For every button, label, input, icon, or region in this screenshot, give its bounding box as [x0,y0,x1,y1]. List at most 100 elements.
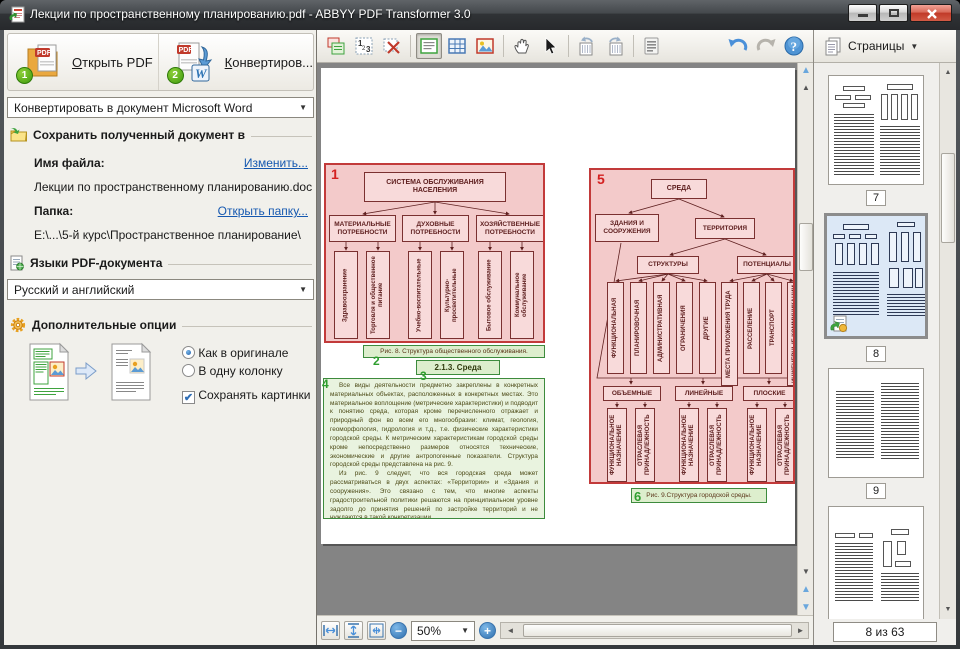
horizontal-scroll-thumb[interactable] [523,624,792,637]
thumbnails-scroll-thumb[interactable] [941,153,955,243]
convert-button[interactable]: PDF W 2 Конвертиров... [158,34,313,90]
fit-width-button[interactable] [321,621,340,640]
figure-8-area[interactable]: 1 [324,163,545,343]
open-pdf-button[interactable]: PDF 1 Открыть PDF [8,34,158,90]
chart-node: ЗДАНИЯ И СООРУЖЕНИЯ [595,214,659,242]
open-folder-link[interactable]: Открыть папку... [218,204,308,218]
rotate-right-icon [604,35,626,57]
thumbnail-page-9[interactable] [828,368,924,478]
thumb-sketch [881,573,919,601]
chevron-down-icon: ▼ [910,42,918,51]
table-area-button[interactable] [444,33,470,59]
figure-8-caption[interactable]: Рис. 8. Структура общественного обслужив… [363,345,545,358]
maximize-icon [889,9,899,17]
next-page-icon[interactable]: ▼ [799,600,813,615]
text-area-button[interactable] [416,33,442,59]
hand-tool-button[interactable] [509,33,535,59]
zoom-level-select[interactable]: 50% ▼ [411,621,475,641]
title-bar[interactable]: Лекции по пространственному планированию… [0,0,960,30]
scroll-up-icon[interactable]: ▲ [941,65,955,80]
checkbox-keep-pictures[interactable]: ✔ [182,391,195,404]
redo-button[interactable] [753,33,779,59]
change-filename-link[interactable]: Изменить... [244,156,308,170]
pages-panel-header[interactable]: Страницы ▼ [814,30,956,63]
vertical-scroll-thumb[interactable] [799,223,813,271]
zoom-in-button[interactable]: + [479,622,496,639]
select-tool-icon [540,36,560,56]
chart-node: Коммунальное обслуживание [510,251,534,339]
select-tool-button[interactable] [537,33,563,59]
checkbox-keep-pictures-label: Сохранять картинки [198,388,310,402]
keep-pictures-option[interactable]: ✔ Сохранять картинки [182,388,310,404]
scroll-left-icon[interactable]: ◄ [503,623,518,638]
text-view-icon [642,36,662,56]
picture-area-button[interactable] [472,33,498,59]
language-value: Русский и английский [14,283,134,297]
chart-node: Бытовое обслуживание [478,251,502,339]
body-text-area[interactable]: Все виды деятельности предметно закрепле… [323,378,545,519]
picture-area-icon [475,36,495,56]
figure-9-caption[interactable]: Рис. 9.Структура городской среды. [631,488,767,503]
maximize-button[interactable] [879,4,908,22]
thumb-sketch [880,126,920,176]
thumbnail-page-number: 9 [866,483,886,499]
thumbnail-page-8[interactable] [824,213,928,339]
radio-single-column[interactable] [182,364,195,377]
radio-original[interactable] [182,346,195,359]
fit-height-button[interactable] [344,621,363,640]
close-button[interactable] [910,4,952,22]
thumb-sketch [897,222,915,227]
thumb-sketch [891,529,909,535]
thumb-sketch [897,541,906,555]
area-marker-3: 3 [420,369,427,383]
window-title: Лекции по пространственному планированию… [30,7,471,21]
document-canvas[interactable]: 1 [317,63,813,615]
convert-target-select[interactable]: Конвертировать в документ Microsoft Word… [7,97,314,118]
scroll-right-icon[interactable]: ► [793,623,808,638]
pdf-page[interactable]: 1 [321,68,795,544]
vertical-scrollbar[interactable]: ▲ ▲ ▼ ▲ ▼ [797,63,813,615]
prev-page-icon[interactable]: ▲ [799,582,813,597]
thumb-sketch [889,232,897,262]
chart-node: ОБЪЕМНЫЕ [603,386,661,401]
filename-label: Имя файла: [34,156,105,170]
section-heading[interactable]: 2.1.3. Среда [416,360,500,375]
thumbnails-scrollbar[interactable]: ▲ ▼ [939,63,956,619]
zoom-out-button[interactable]: − [390,622,407,639]
thumb-sketch [835,533,855,538]
minimize-button[interactable] [848,4,877,22]
rotate-left-button[interactable] [574,33,600,59]
close-icon [926,9,938,19]
language-select[interactable]: Русский и английский ▼ [7,279,314,300]
page-up-icon[interactable]: ▲ [799,63,813,78]
step-1-badge: 1 [16,67,33,84]
pages-icon [824,36,842,56]
thumb-sketch [887,294,925,316]
area-marker-6: 6 [634,489,641,504]
scroll-down-icon[interactable]: ▼ [941,602,955,617]
figure-9-area[interactable]: 5 [589,168,795,484]
text-view-button[interactable] [639,33,665,59]
analyze-areas-button[interactable] [323,33,349,59]
rotate-right-button[interactable] [602,33,628,59]
renumber-areas-button[interactable]: 1 2 3 [351,33,377,59]
fit-page-button[interactable] [367,621,386,640]
app-window: Лекции по пространственному планированию… [0,0,960,649]
help-button[interactable]: ? [781,33,807,59]
radio-original-label: Как в оригинале [198,346,288,360]
layout-original-option[interactable]: Как в оригинале [182,346,288,360]
layout-single-column-option[interactable]: В одну колонку [182,364,283,378]
scroll-down-icon[interactable]: ▼ [799,564,813,579]
horizontal-scrollbar[interactable]: ◄ ► [500,622,809,639]
svg-text:W: W [195,66,208,81]
zoom-level-value: 50% [417,624,441,638]
thumbnail-page-7[interactable] [828,75,924,185]
thumb-sketch [911,94,918,120]
scroll-up-icon[interactable]: ▲ [799,80,813,95]
thumb-sketch [889,268,899,288]
area-marker-1: 1 [331,166,339,182]
chart-node: ХОЗЯЙСТВЕННЫЕ ПОТРЕБНОСТИ [476,215,544,242]
delete-area-button[interactable] [379,33,405,59]
undo-button[interactable] [725,33,751,59]
thumbnail-page-10[interactable] [828,506,924,619]
